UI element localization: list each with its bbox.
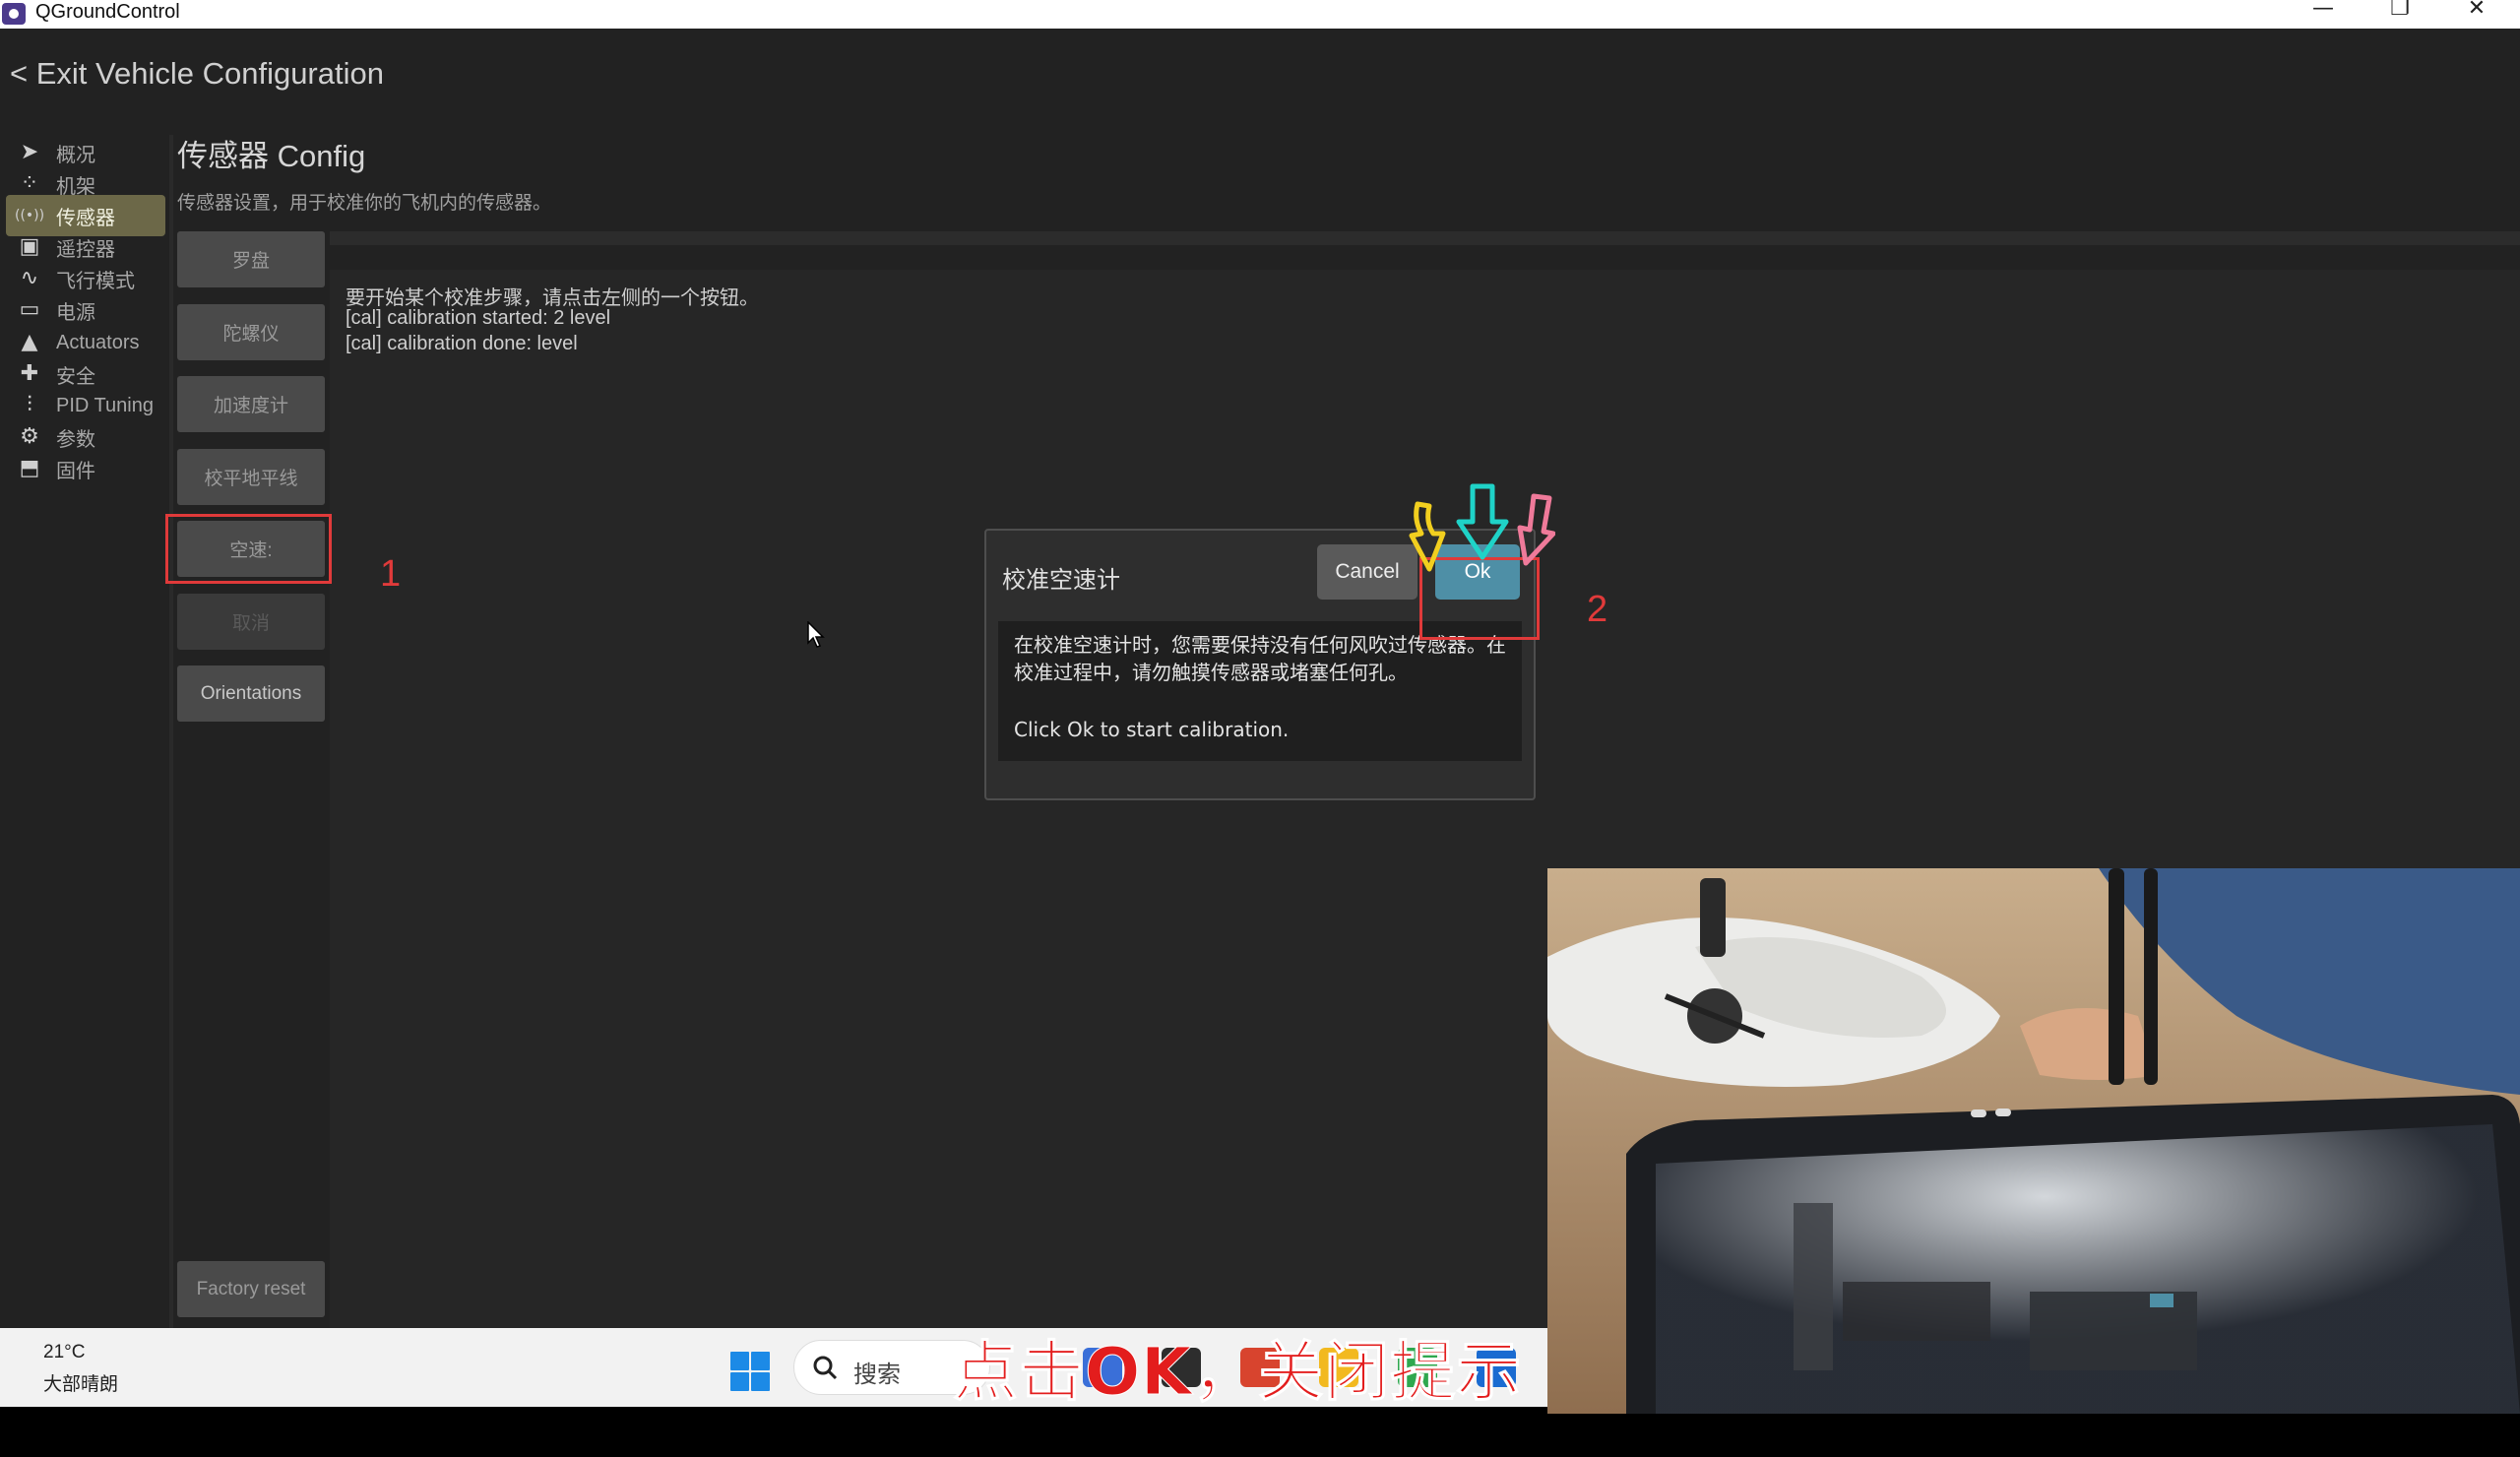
camera-inset-video xyxy=(1547,868,2520,1414)
sensors-icon: ((•)) xyxy=(15,208,45,223)
header-separator xyxy=(330,231,2520,245)
page-description: 传感器设置，用于校准你的飞机内的传感器。 xyxy=(177,192,552,214)
exit-vehicle-configuration-link[interactable]: < Exit Vehicle Configuration xyxy=(10,56,384,92)
weather-temperature[interactable]: 21°C xyxy=(43,1342,85,1363)
calibration-button-6[interactable]: Orientations xyxy=(177,665,325,722)
log-line: [cal] calibration done: level xyxy=(346,333,578,354)
battery-icon: ▭ xyxy=(19,297,40,322)
video-caption: 点击OK，关闭提示 xyxy=(952,1334,1523,1411)
sidebar-divider xyxy=(169,135,173,1338)
paper-plane-icon: ➤ xyxy=(20,140,39,164)
arrow-down-pink-icon xyxy=(1517,493,1555,566)
sidebar-item-label: PID Tuning xyxy=(56,394,154,416)
calibration-button-0[interactable]: 罗盘 xyxy=(177,231,325,287)
maximize-button[interactable]: ❐ xyxy=(2370,0,2429,29)
calibration-button-3[interactable]: 校平地平线 xyxy=(177,448,325,505)
sidebar-item-label: 电源 xyxy=(56,301,95,324)
annotation-step-2: 2 xyxy=(1587,589,1608,630)
letterbox-bar xyxy=(0,1407,2520,1457)
sidebar-item-10[interactable]: ⬒ 固件 xyxy=(6,448,165,489)
weather-description[interactable]: 大部晴朗 xyxy=(43,1369,118,1396)
radio-controller-icon: ▣ xyxy=(19,234,40,259)
window-titlebar: QGroundControl — ❐ ✕ xyxy=(0,0,2520,29)
search-input[interactable]: 搜索 xyxy=(853,1355,901,1389)
cancel-button[interactable]: Cancel xyxy=(1317,544,1418,600)
actuators-icon: ▲ xyxy=(21,330,38,354)
arrow-down-yellow-icon xyxy=(1409,501,1446,572)
annotation-step-1: 1 xyxy=(380,553,402,595)
log-line: 要开始某个校准步骤，请点击左侧的一个按钮。 xyxy=(346,287,759,309)
camera-photo-illustration xyxy=(1547,868,2520,1414)
mouse-cursor-icon xyxy=(807,621,825,648)
dialog-message: 在校准空速计时，您需要保持没有任何风吹过传感器。在 校准过程中，请勿触摸传感器或… xyxy=(998,621,1522,761)
window-title: QGroundControl xyxy=(35,1,180,23)
dialog-title: 校准空速计 xyxy=(1002,566,1120,594)
calibration-button-2[interactable]: 加速度计 xyxy=(177,376,325,432)
windows-start-icon[interactable] xyxy=(730,1352,770,1391)
calibration-button-5: 取消 xyxy=(177,593,325,650)
minimize-button[interactable]: — xyxy=(2294,0,2353,29)
parameters-gear-icon: ⚙ xyxy=(20,424,39,449)
dialog-message-line: 校准过程中，请勿触摸传感器或堵塞任何孔。 xyxy=(1014,661,1408,684)
firmware-icon: ⬒ xyxy=(19,456,40,480)
close-button[interactable]: ✕ xyxy=(2447,0,2506,29)
safety-icon: ✚ xyxy=(20,361,39,386)
highlight-airspeed-button-box xyxy=(165,514,332,584)
arrow-down-cyan-icon xyxy=(1456,483,1509,560)
page-title: 传感器 Config xyxy=(177,139,366,173)
factory-reset-button[interactable]: Factory reset xyxy=(177,1261,325,1317)
log-line: [cal] calibration started: 2 level xyxy=(346,307,611,329)
calibration-button-1[interactable]: 陀螺仪 xyxy=(177,303,325,360)
search-icon xyxy=(813,1356,838,1380)
sidebar-item-label: 固件 xyxy=(56,460,95,482)
dialog-message-line: Click Ok to start calibration. xyxy=(1014,718,1290,741)
flight-modes-icon: ∿ xyxy=(20,266,39,290)
sidebar-item-label: Actuators xyxy=(56,331,140,353)
tuning-sliders-icon: ⫶ xyxy=(27,393,32,417)
airframe-icon: ⁘ xyxy=(20,171,39,196)
qgc-app-icon xyxy=(2,3,26,25)
